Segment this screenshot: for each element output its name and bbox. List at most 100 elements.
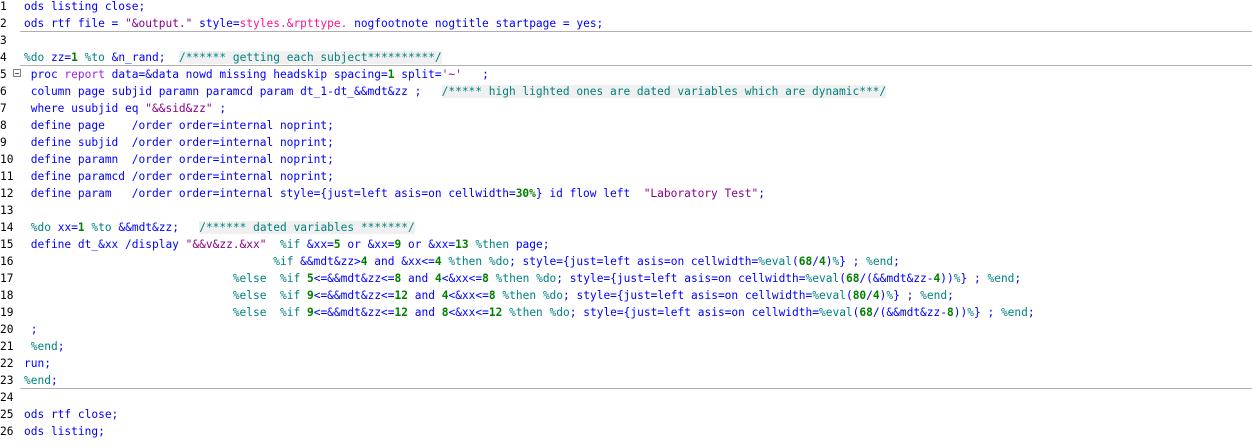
code-editor[interactable]: 1 ods listing close; 2 ods rtf file = "&out… [0,0,1254,447]
code-line[interactable]: 22 run; [0,355,1254,372]
code-token: %do [488,255,510,268]
code-line[interactable]: 18 %else %if 9<=&&mdt&zz<=12 and 4 <&xx<=… [0,287,1254,304]
code-token: 8 [482,272,489,285]
code-token: <&xx<= [448,289,489,302]
code-token: "Laboratory Test" [643,187,759,200]
code-line[interactable]: 12 define param /order order=internal st… [0,185,1254,202]
code-token: define page /order order=internal noprin… [24,119,334,132]
code-text: define subjid /order order=internal nopr… [24,134,334,151]
code-token: %then [495,272,530,285]
code-token: 68 [845,272,860,285]
code-token: and [401,272,435,285]
code-line[interactable]: 14 %do xx=1 %to &&mdt&zz; /****** dated … [0,219,1254,236]
code-token: 8 [488,289,496,302]
code-line[interactable]: 2 ods rtf file = "&output." style=styles.… [0,15,1254,32]
line-number: 9 [0,136,7,149]
code-token: or &xx= [401,238,456,251]
code-token: ; style={just=left asis=on cellwidth= [509,255,759,268]
code-token: ; [1014,272,1022,285]
code-line[interactable]: 26 ods listing; [0,423,1254,440]
code-token: 8 [947,306,954,319]
code-token: 12 [394,306,409,319]
code-line[interactable]: 19 %else %if 9<=&&mdt&zz<=12 and 8<&xx<=… [0,304,1254,321]
code-token: %do [549,306,570,319]
code-line[interactable]: 13 [0,202,1254,219]
code-text: define paramn /order order=internal nopr… [24,151,334,168]
code-line[interactable]: 11 define paramcd /order order=internal … [0,168,1254,185]
code-line[interactable]: 20 ; [0,321,1254,338]
code-token: 68 [859,306,873,319]
code-text: %else %if 5<=&&mdt&zz<=8 and 4<&xx<=8 %t… [24,270,1021,287]
code-token: %do [542,289,564,302]
code-line[interactable]: 23 %end; [0,372,1254,389]
code-token: styles.&rpttype. [239,17,348,30]
code-line[interactable]: 1 ods listing close; [0,0,1254,15]
code-text: ; [24,321,38,338]
code-line[interactable]: 3 [0,32,1254,49]
code-token: %eval [758,255,792,268]
line-number: 16 [0,255,14,268]
code-token: "&output." [125,17,193,30]
code-text: ods rtf close; [24,406,118,423]
code-line[interactable]: 16 %if &&mdt&zz>4 and &xx<=4 %then %do; … [0,253,1254,270]
code-line[interactable]: 21 %end; [0,338,1254,355]
code-token: %eval [818,306,853,319]
code-line[interactable]: 8 define page /order order=internal nopr… [0,117,1254,134]
code-line[interactable]: 24 [0,389,1254,406]
line-number: 23 [0,374,14,387]
line-number: 7 [0,102,7,115]
line-number: 20 [0,323,14,336]
code-token: 9 [306,289,314,302]
code-token: ( [791,255,799,268]
line-number: 21 [0,340,14,353]
code-text: %if &&mdt&zz>4 and &xx<=4 %then %do; sty… [24,253,900,270]
code-text: ods listing; [24,423,105,440]
code-token: %if [279,238,301,251]
code-line[interactable]: 17 %else %if 5<=&&mdt&zz<=8 and 4<&xx<=8… [0,270,1254,287]
code-token: 68 [798,255,813,268]
code-token: 4 [434,272,442,285]
fold-toggle-icon[interactable]: − [13,69,21,78]
code-token: <=&&mdt&zz<= [313,272,395,285]
code-token: %if [273,255,294,268]
code-line[interactable]: 4 %do zz=1 %to &n_rand; /****** getting e… [0,49,1254,66]
line-number: 25 [0,408,14,421]
code-token: /****** getting each subject**********/ [178,51,442,64]
code-token: %end [866,255,894,268]
code-token: %if [279,306,301,319]
code-token: define param /order order=internal style… [24,187,516,200]
code-line[interactable]: 9 define subjid /order order=internal no… [0,134,1254,151]
code-token: <=&&mdt&zz<= [313,289,395,302]
code-line[interactable]: 25 ods rtf close; [0,406,1254,423]
code-token: 4 [434,255,442,268]
code-line[interactable]: 15 define dt_&xx /display "&&v&zz.&xx" %… [0,236,1254,253]
code-token: style= [192,17,240,30]
code-token: data=&data nowd missing headskip spacing… [104,68,388,81]
line-number: 15 [0,238,14,251]
code-line[interactable]: 7 where usubjid eq "&&sid&zz" ; [0,100,1254,117]
line-number: 12 [0,187,14,200]
code-token: ( [839,272,846,285]
code-token: } ; [893,289,921,302]
code-line[interactable]: 6 column page subjid paramn paramcd para… [0,83,1254,100]
code-line[interactable]: 10 define paramn /order order=internal n… [0,151,1254,168]
code-token: ; style={just=left asis=on cellwidth= [563,289,813,302]
code-token: / [812,255,819,268]
code-token: )) [940,272,954,285]
code-text: %do xx=1 %to &&mdt&zz; /****** dated var… [24,219,415,236]
code-token: ; style={just=left asis=on cellwidth= [569,306,819,319]
code-line[interactable]: 5− proc report data=&data nowd missing h… [0,66,1254,83]
code-token: and [408,289,442,302]
code-text: define page /order order=internal noprin… [24,117,334,134]
code-token: ; [24,323,38,336]
code-token: %end [30,340,58,353]
code-token: %to [84,51,105,64]
code-token: <&xx<= [441,272,483,285]
